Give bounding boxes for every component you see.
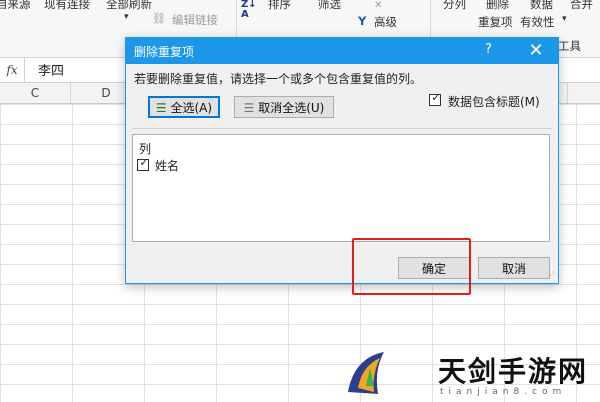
text-to-columns-button[interactable]: 分列	[443, 0, 466, 12]
from-source-button[interactable]: 自来源	[0, 0, 31, 12]
check-icon: ✓	[431, 91, 441, 104]
formula-input[interactable]: 李四	[38, 60, 64, 79]
link-icon: ⛓	[152, 12, 166, 25]
chevron-down-icon[interactable]: ▾	[124, 12, 129, 22]
chevron-down-icon[interactable]: ▾	[562, 14, 567, 24]
check-icon: ✓	[139, 156, 149, 169]
dialog-title: 删除重复项	[134, 45, 195, 59]
select-all-button[interactable]: ☰ 全选(A)	[148, 96, 220, 118]
has-headers-checkbox[interactable]: ✓	[429, 91, 441, 106]
remove-duplicates-button[interactable]: 删除	[486, 0, 509, 12]
columns-listbox[interactable]: 列 ✓ 姓名	[132, 134, 550, 242]
help-icon[interactable]: ?	[485, 42, 492, 57]
existing-connections-button[interactable]: 现有连接	[44, 0, 90, 12]
duplicates-label: 重复项	[478, 15, 513, 29]
sort-za-icon[interactable]: Z↓ A	[241, 0, 257, 20]
watermark-url: tianjian8.com	[440, 387, 567, 397]
function-icon[interactable]: fx	[0, 58, 25, 82]
validity-label: 有效性	[520, 15, 555, 29]
sort-button[interactable]: 排序	[268, 0, 291, 12]
unselect-all-icon: ☰	[243, 101, 255, 115]
dialog-titlebar[interactable]: 删除重复项 ? ✕	[126, 38, 558, 64]
column-header-c[interactable]: C	[0, 83, 71, 103]
watermark-text: 天剑手游网	[438, 355, 589, 388]
list-item[interactable]: 姓名	[155, 157, 179, 174]
advanced-button[interactable]: 高级	[374, 14, 397, 30]
close-icon[interactable]: ✕	[522, 39, 550, 63]
filter-button[interactable]: 筛选	[318, 0, 341, 12]
cancel-button[interactable]: 取消	[478, 257, 550, 279]
column-checkbox-name[interactable]: ✓	[137, 156, 149, 171]
select-all-label: 全选(A)	[170, 101, 213, 115]
advanced-filter-icon: Y	[358, 14, 367, 28]
unselect-all-label: 取消全选(U)	[258, 101, 325, 115]
refresh-all-button[interactable]: 全部刷新	[106, 0, 152, 12]
data-validation-button[interactable]: 数据	[530, 0, 553, 12]
has-headers-label[interactable]: 数据包含标题(M)	[448, 93, 540, 110]
edit-links-button[interactable]: 编辑链接	[172, 12, 218, 28]
list-header: 列	[139, 142, 152, 156]
remove-duplicates-dialog: 删除重复项 ? ✕ 若要删除重复值，请选择一个或多个包含重复值的列。 ☰ 全选(…	[125, 37, 559, 284]
divider	[132, 128, 552, 129]
unselect-all-button[interactable]: ☰ 取消全选(U)	[234, 96, 334, 118]
dialog-prompt: 若要删除重复值，请选择一个或多个包含重复值的列。	[134, 72, 423, 86]
clear-filter-button[interactable]: ✕	[374, 0, 382, 11]
resize-grip-icon[interactable]: ⋰	[546, 271, 555, 281]
select-all-icon: ☰	[155, 101, 167, 115]
watermark-logo-icon	[348, 352, 384, 394]
data-tools-group-label: 工具	[558, 39, 581, 53]
highlight-box	[352, 238, 471, 295]
consolidate-button[interactable]: 合并	[570, 0, 593, 12]
